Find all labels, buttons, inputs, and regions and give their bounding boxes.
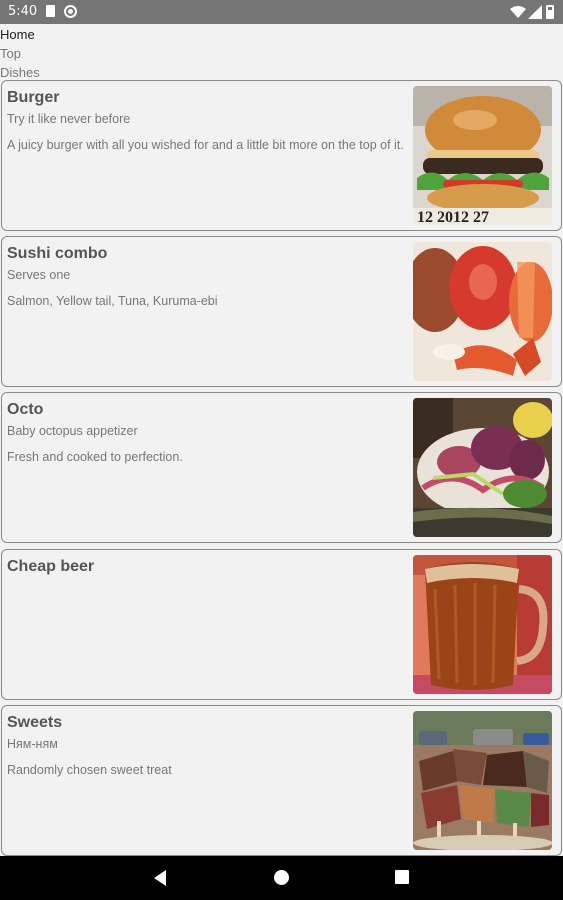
nav-menu: Home Top Dishes [0,25,40,82]
dish-title: Octo [7,401,44,418]
dish-card-sushi[interactable]: Sushi combo Serves one Salmon, Yellow ta… [1,236,562,387]
dish-description: A juicy burger with all you wished for a… [7,138,404,152]
dish-card-sweets[interactable]: Sweets Ням-ням Randomly chosen sweet tre… [1,705,562,856]
dish-card-beer[interactable]: Cheap beer [1,549,562,700]
dish-title: Burger [7,89,60,106]
burger-image: 12 2012 27 [413,86,552,225]
battery-icon [546,5,554,19]
nav-link-top[interactable]: Top [0,44,40,63]
dish-title: Sushi combo [7,245,108,262]
status-bar: 5:40 [0,0,563,24]
dish-title: Sweets [7,714,63,731]
dish-subtitle: Ням-ням [7,737,58,751]
home-icon[interactable] [274,870,289,885]
burger-image-text: 12 2012 27 [417,209,489,225]
recents-icon[interactable] [395,870,409,884]
sim-card-icon [46,5,55,17]
system-nav-bar [0,856,563,900]
signal-icon [528,5,542,19]
dish-card-octo[interactable]: Octo Baby octopus appetizer Fresh and co… [1,392,562,543]
dish-description: Fresh and cooked to perfection. [7,450,183,464]
octopus-image [413,398,552,537]
back-icon[interactable] [154,870,166,886]
dish-description: Salmon, Yellow tail, Tuna, Kuruma-ebi [7,294,218,308]
dish-description: Randomly chosen sweet treat [7,763,172,777]
sushi-image [413,242,552,381]
status-time: 5:40 [8,4,38,19]
dish-card-burger[interactable]: Burger Try it like never before A juicy … [1,80,562,231]
dish-subtitle: Serves one [7,268,71,282]
dish-subtitle: Try it like never before [7,112,131,126]
dish-subtitle: Baby octopus appetizer [7,424,138,438]
data-saver-icon [64,5,77,18]
nav-link-home[interactable]: Home [0,25,40,44]
sweets-image [413,711,552,850]
wifi-icon [510,6,526,18]
dish-title: Cheap beer [7,558,95,575]
beer-image [413,555,552,694]
